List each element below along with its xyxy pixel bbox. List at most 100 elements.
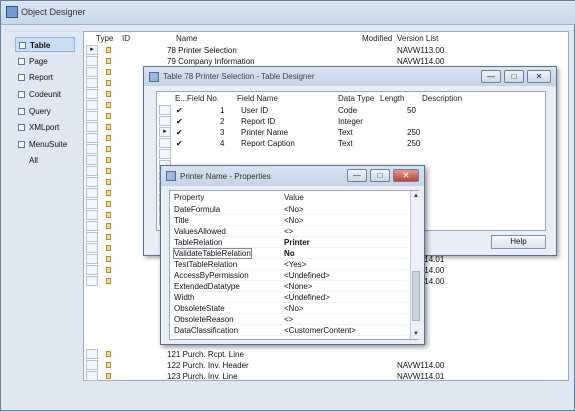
property-row[interactable]: Width <Undefined> [170, 292, 406, 303]
property-row[interactable]: TestTableRelation <Yes> [170, 259, 406, 270]
property-value[interactable]: <No> [284, 216, 304, 225]
row-selector[interactable] [86, 177, 98, 187]
property-value[interactable]: <No> [284, 205, 304, 214]
row-selector[interactable] [86, 155, 98, 165]
row-selector[interactable] [86, 371, 98, 381]
enabled-check-icon[interactable]: ✔ [176, 139, 183, 148]
row-selector[interactable] [86, 243, 98, 253]
row-selector[interactable] [159, 105, 171, 115]
column-header-length[interactable]: Length [380, 94, 404, 103]
row-selector[interactable] [86, 111, 98, 121]
scroll-down-icon[interactable]: ▼ [412, 330, 420, 338]
row-selector[interactable] [159, 116, 171, 126]
property-row[interactable]: Title <No> [170, 215, 406, 226]
nav-item-report[interactable]: Report [15, 70, 75, 85]
enabled-check-icon[interactable]: ✔ [176, 117, 183, 126]
column-header-data-type[interactable]: Data Type [338, 94, 374, 103]
properties-icon [166, 171, 176, 181]
nav-item-page[interactable]: Page [15, 54, 75, 69]
row-selector[interactable] [86, 254, 98, 264]
field-row[interactable]: ▸ ✔ 3 Printer Name Text 250 [157, 127, 545, 138]
property-value[interactable]: <None> [284, 282, 312, 291]
nav-item-xmlport[interactable]: XMLport [15, 120, 75, 135]
table-row[interactable]: 121 Purch. Rcpt. Line [84, 349, 570, 360]
property-value[interactable]: Printer [284, 238, 310, 247]
property-row[interactable]: AccessByPermission <Undefined> [170, 270, 406, 281]
property-row[interactable]: TableRelation Printer [170, 237, 406, 248]
enabled-check-icon[interactable]: ✔ [176, 106, 183, 115]
properties-minimize-button[interactable]: — [347, 169, 367, 182]
row-selector[interactable] [86, 221, 98, 231]
row-selector[interactable] [86, 232, 98, 242]
column-header-field-no[interactable]: Field No. [187, 94, 219, 103]
row-selector[interactable] [86, 276, 98, 286]
properties-grid[interactable]: Property Value DateFormula <No> Title <No> V… [169, 190, 420, 340]
row-selector[interactable] [86, 265, 98, 275]
table-row[interactable]: ▸ 78 Printer Selection NAVW113.00 [84, 45, 570, 56]
row-selector[interactable]: ▸ [86, 45, 98, 55]
column-header-description[interactable]: Description [422, 94, 462, 103]
column-header-id[interactable]: ID [122, 34, 130, 43]
nav-item-label: Query [29, 107, 51, 116]
row-selector[interactable] [86, 89, 98, 99]
row-selector[interactable] [86, 144, 98, 154]
row-selector[interactable] [86, 199, 98, 209]
enabled-check-icon[interactable]: ✔ [176, 128, 183, 137]
row-selector[interactable] [86, 133, 98, 143]
column-header-name[interactable]: Name [176, 34, 197, 43]
row-selector[interactable] [86, 67, 98, 77]
property-value[interactable]: <CustomerContent> [284, 326, 356, 335]
nav-item-table[interactable]: Table [15, 37, 75, 52]
property-row[interactable]: ValuesAllowed <> [170, 226, 406, 237]
properties-scrollbar[interactable]: ▲ ▼ [410, 191, 420, 339]
row-selector[interactable] [86, 78, 98, 88]
row-selector[interactable] [86, 360, 98, 370]
column-header-modified[interactable]: Modified [362, 34, 392, 43]
property-value[interactable]: <Yes> [284, 260, 306, 269]
row-selector[interactable] [86, 188, 98, 198]
row-selector[interactable] [86, 349, 98, 359]
row-selector[interactable] [86, 100, 98, 110]
row-selector[interactable] [159, 149, 171, 159]
field-row[interactable]: ✔ 1 User ID Code 50 [157, 105, 545, 116]
property-row[interactable]: ExtendedDatatype <None> [170, 281, 406, 292]
scroll-up-icon[interactable]: ▲ [412, 192, 420, 200]
properties-maximize-button[interactable]: □ [370, 169, 390, 182]
table-row[interactable]: 123 Purch. Inv. Line NAVW114.01 [84, 371, 570, 382]
property-row[interactable]: ValidateTableRelation No [170, 248, 406, 259]
property-row[interactable]: DataClassification <CustomerContent> [170, 325, 406, 336]
nav-item-all[interactable]: All [15, 153, 75, 168]
minimize-button[interactable]: — [481, 70, 501, 83]
property-value[interactable]: <Undefined> [284, 271, 330, 280]
nav-item-codeunit[interactable]: Codeunit [15, 87, 75, 102]
empty-field-row[interactable] [157, 149, 545, 160]
property-row[interactable]: ObsoleteState <No> [170, 303, 406, 314]
close-button[interactable]: ✕ [527, 70, 551, 83]
column-header-enabled[interactable]: E... [175, 94, 187, 103]
property-value[interactable]: <> [284, 315, 293, 324]
column-header-type[interactable]: Type [96, 34, 113, 43]
property-value[interactable]: No [284, 249, 295, 258]
table-row[interactable]: 122 Purch. Inv. Header NAVW114.00 [84, 360, 570, 371]
row-selector[interactable] [159, 138, 171, 148]
row-selector[interactable]: ▸ [159, 127, 171, 137]
help-button[interactable]: Help [491, 235, 546, 249]
row-selector[interactable] [86, 56, 98, 66]
property-row[interactable]: ObsoleteReason <> [170, 314, 406, 325]
maximize-button[interactable]: □ [504, 70, 524, 83]
column-header-field-name[interactable]: Field Name [237, 94, 278, 103]
row-selector[interactable] [86, 122, 98, 132]
field-row[interactable]: ✔ 2 Report ID Integer [157, 116, 545, 127]
row-selector[interactable] [86, 166, 98, 176]
column-header-version[interactable]: Version List [397, 34, 438, 43]
property-value[interactable]: <> [284, 227, 293, 236]
property-row[interactable]: DateFormula <No> [170, 204, 406, 215]
property-value[interactable]: <Undefined> [284, 293, 330, 302]
scrollbar-thumb[interactable] [412, 271, 420, 321]
nav-item-menusuite[interactable]: MenuSuite [15, 137, 75, 152]
property-value[interactable]: <No> [284, 304, 304, 313]
row-selector[interactable] [86, 210, 98, 220]
nav-item-query[interactable]: Query [15, 104, 75, 119]
field-row[interactable]: ✔ 4 Report Caption Text 250 [157, 138, 545, 149]
properties-close-button[interactable]: ✕ [393, 169, 419, 182]
